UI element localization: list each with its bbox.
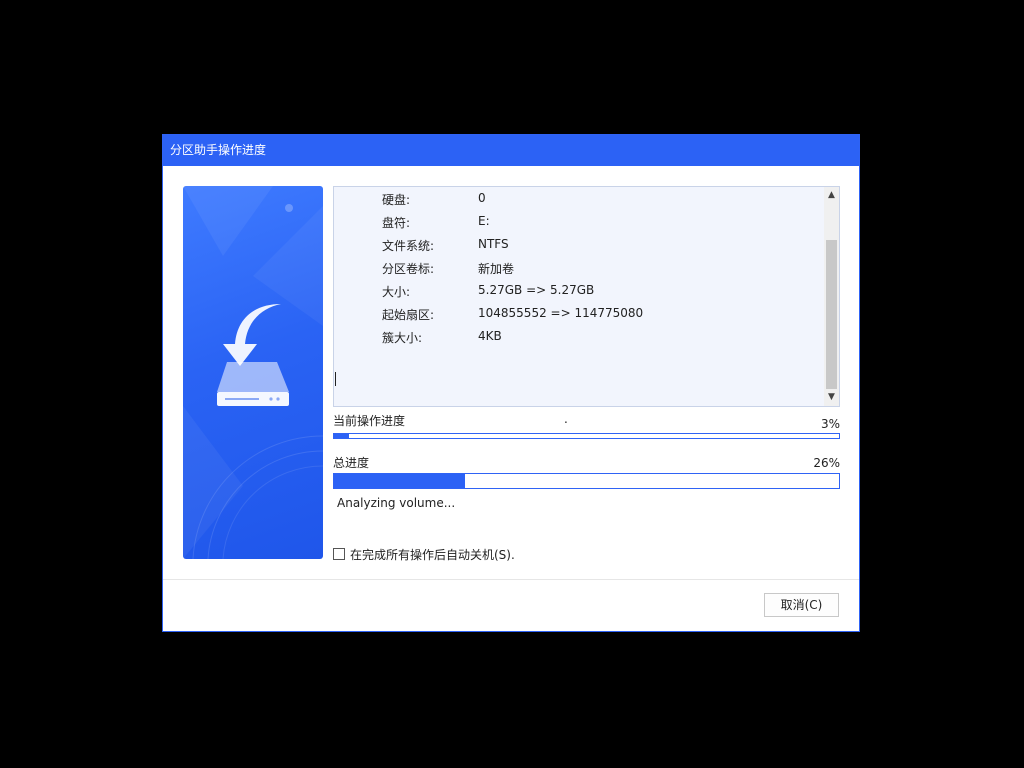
scroll-up-icon[interactable]: ▲ (824, 187, 839, 204)
detail-value: E: (478, 214, 490, 228)
footer-divider (163, 579, 859, 580)
total-progress-bar (333, 473, 840, 489)
detail-value: 104855552 => 114775080 (478, 306, 644, 320)
shutdown-option[interactable]: 在完成所有操作后自动关机(S). (333, 546, 515, 562)
detail-key: 大小: (382, 285, 411, 299)
detail-key: 盘符: (382, 216, 411, 230)
details-scrollbar[interactable]: ▲ ▼ (824, 187, 839, 406)
detail-key: 分区卷标: (382, 262, 435, 276)
detail-value: 0 (478, 191, 486, 205)
cancel-button[interactable]: 取消(C) (764, 593, 839, 617)
scroll-thumb[interactable] (826, 240, 837, 389)
detail-key: 文件系统: (382, 239, 435, 253)
detail-key: 簇大小: (382, 331, 423, 345)
detail-value: 5.27GB => 5.27GB (478, 283, 595, 297)
side-illustration-panel (183, 186, 323, 559)
shutdown-checkbox-label[interactable]: 在完成所有操作后自动关机(S). (350, 546, 515, 563)
detail-value: NTFS (478, 237, 509, 251)
current-progress-label: 当前操作进度 (333, 414, 406, 428)
total-progress-label: 总进度 (333, 456, 370, 470)
current-progress-bar (333, 433, 840, 439)
scroll-down-icon[interactable]: ▼ (824, 389, 839, 406)
total-progress-percent: 26% (813, 456, 840, 470)
progress-dialog: 分区助手操作进度 硬盘: 0 盘符: E: 文件系统: NTFS 分区卷标: 新… (162, 134, 860, 632)
current-progress-percent: 3% (820, 417, 840, 431)
shutdown-checkbox[interactable] (333, 548, 345, 560)
text-caret (335, 372, 336, 386)
drive-download-icon (183, 186, 323, 559)
detail-key: 硬盘: (382, 193, 411, 207)
status-text: Analyzing volume... (337, 496, 456, 510)
detail-key: 起始扇区: (382, 308, 435, 322)
detail-value: 新加卷 (478, 262, 515, 276)
window-title: 分区助手操作进度 (163, 135, 859, 166)
detail-value: 4KB (478, 329, 502, 343)
current-progress-fill (334, 434, 350, 438)
operation-details-log[interactable]: 硬盘: 0 盘符: E: 文件系统: NTFS 分区卷标: 新加卷 大小: 5.… (333, 186, 840, 407)
current-progress-marker: . (564, 412, 568, 426)
total-progress-fill (334, 474, 466, 488)
